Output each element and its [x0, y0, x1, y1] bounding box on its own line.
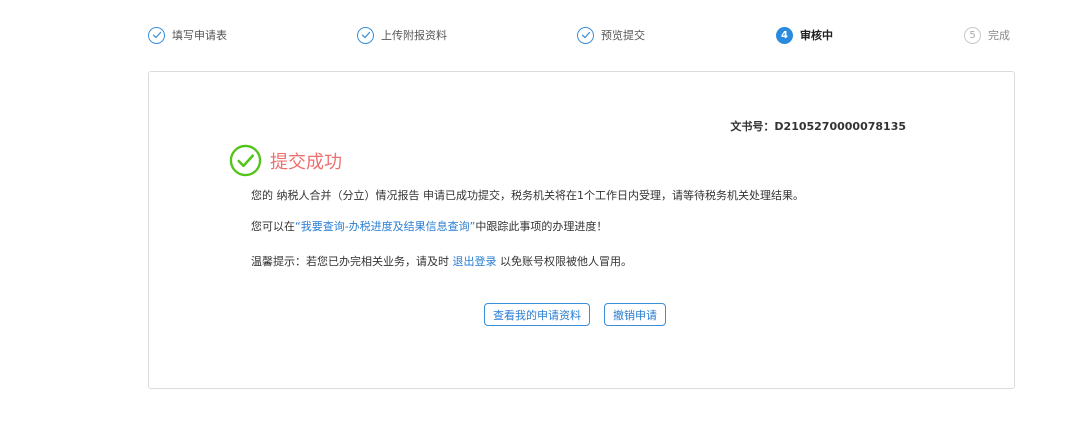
document-number: 文书号：D2105270000078135	[730, 120, 906, 133]
view-application-button[interactable]: 查看我的申请资料	[484, 303, 590, 326]
step-number-badge: 4	[776, 26, 793, 44]
step-reviewing: 4 审核中	[776, 25, 833, 45]
check-icon	[357, 26, 374, 44]
tracking-hint-prefix: 您可以在	[251, 220, 295, 233]
check-icon	[577, 26, 594, 44]
tracking-hint: 您可以在“我要查询-办税进度及结果信息查询”中跟踪此事项的办理进度！	[251, 218, 607, 234]
step-number-badge: 5	[964, 26, 981, 44]
action-buttons: 查看我的申请资料 撤销申请	[484, 303, 680, 326]
tracking-hint-suffix: 中跟踪此事项的办理进度！	[475, 220, 608, 233]
query-progress-link[interactable]: “我要查询-办税进度及结果信息查询”	[295, 220, 475, 233]
logout-tip-prefix: 温馨提示：若您已办完相关业务，请及时	[251, 255, 453, 268]
logout-tip: 温馨提示：若您已办完相关业务，请及时 退出登录 以免账号权限被他人冒用。	[251, 253, 632, 269]
logout-tip-suffix: 以免账号权限被他人冒用。	[496, 255, 632, 268]
step-fill-form: 填写申请表	[148, 25, 227, 45]
step-label: 审核中	[800, 29, 833, 42]
success-title: 提交成功	[270, 151, 342, 173]
progress-steps: 填写申请表 上传附报资料 预览提交 4 审核中 5 完成	[0, 0, 1080, 70]
step-label: 填写申请表	[172, 29, 227, 42]
success-header: 提交成功	[229, 144, 342, 177]
step-label: 上传附报资料	[381, 29, 447, 42]
logout-link[interactable]: 退出登录	[453, 255, 497, 268]
result-card: 文书号：D2105270000078135 提交成功 您的 纳税人合并（分立）情…	[148, 71, 1015, 389]
check-icon	[148, 26, 165, 44]
step-label: 完成	[988, 29, 1010, 42]
check-circle-icon	[229, 144, 262, 177]
step-label: 预览提交	[601, 29, 645, 42]
cancel-application-button[interactable]: 撤销申请	[604, 303, 666, 326]
step-complete: 5 完成	[964, 25, 1010, 45]
step-preview-submit: 预览提交	[577, 25, 645, 45]
step-upload-materials: 上传附报资料	[357, 25, 447, 45]
submission-message: 您的 纳税人合并（分立）情况报告 申请已成功提交，税务机关将在1个工作日内受理，…	[251, 189, 804, 202]
